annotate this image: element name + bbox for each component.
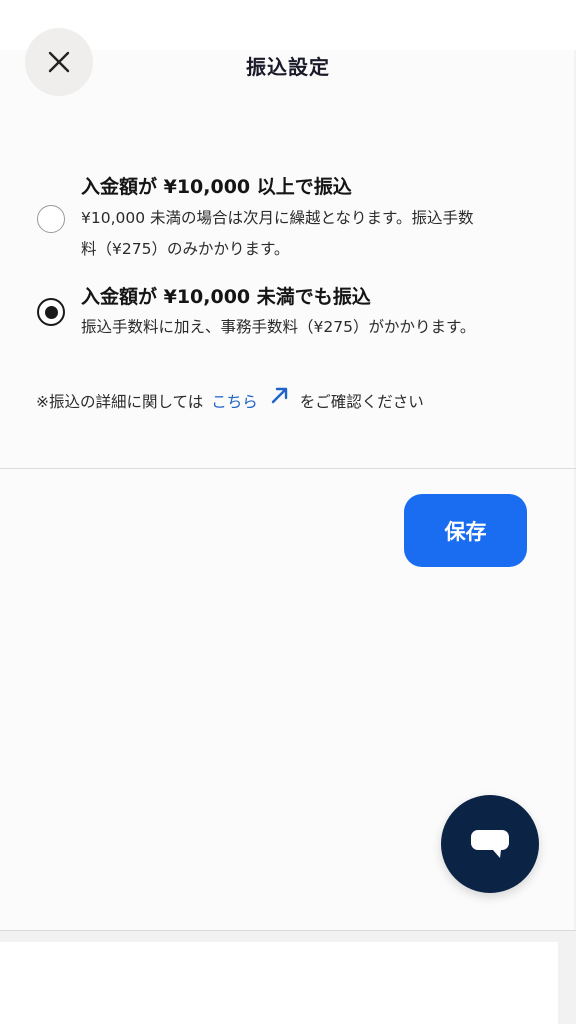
option-description-line: ¥10,000 未満の場合は次月に繰越となります。振込手数 (81, 209, 474, 227)
transfer-details-note: ※振込の詳細に関しては こちら をご確認ください (36, 387, 424, 412)
note-prefix: ※振込の詳細に関しては (36, 393, 204, 411)
bottom-card (0, 942, 558, 1024)
radio-selected-dot (44, 305, 58, 319)
option-description: ¥10,000 未満の場合は次月に繰越となります。振込手数 料（¥275）のみか… (81, 203, 474, 265)
option-description-line: 料（¥275）のみかかります。 (81, 240, 290, 258)
page-title: 振込設定 (246, 55, 330, 79)
chat-bubble-icon (471, 830, 509, 858)
radio-option-under-10000[interactable] (37, 298, 65, 326)
option-description-line: 振込手数料に加え、事務手数料（¥275）がかかります。 (81, 318, 476, 336)
option-description: 振込手数料に加え、事務手数料（¥275）がかかります。 (81, 312, 475, 343)
bottom-divider (0, 930, 576, 931)
radio-option-over-10000[interactable] (37, 205, 65, 233)
details-link[interactable]: こちら (211, 390, 258, 412)
option-title: 入金額が ¥10,000 未満でも振込 (81, 286, 371, 308)
chat-button[interactable] (441, 795, 539, 893)
note-suffix: をご確認ください (299, 393, 424, 411)
option-title: 入金額が ¥10,000 以上で振込 (81, 176, 352, 198)
section-divider (0, 468, 576, 469)
external-arrow-icon[interactable] (270, 385, 290, 409)
save-button[interactable]: 保存 (404, 494, 527, 567)
